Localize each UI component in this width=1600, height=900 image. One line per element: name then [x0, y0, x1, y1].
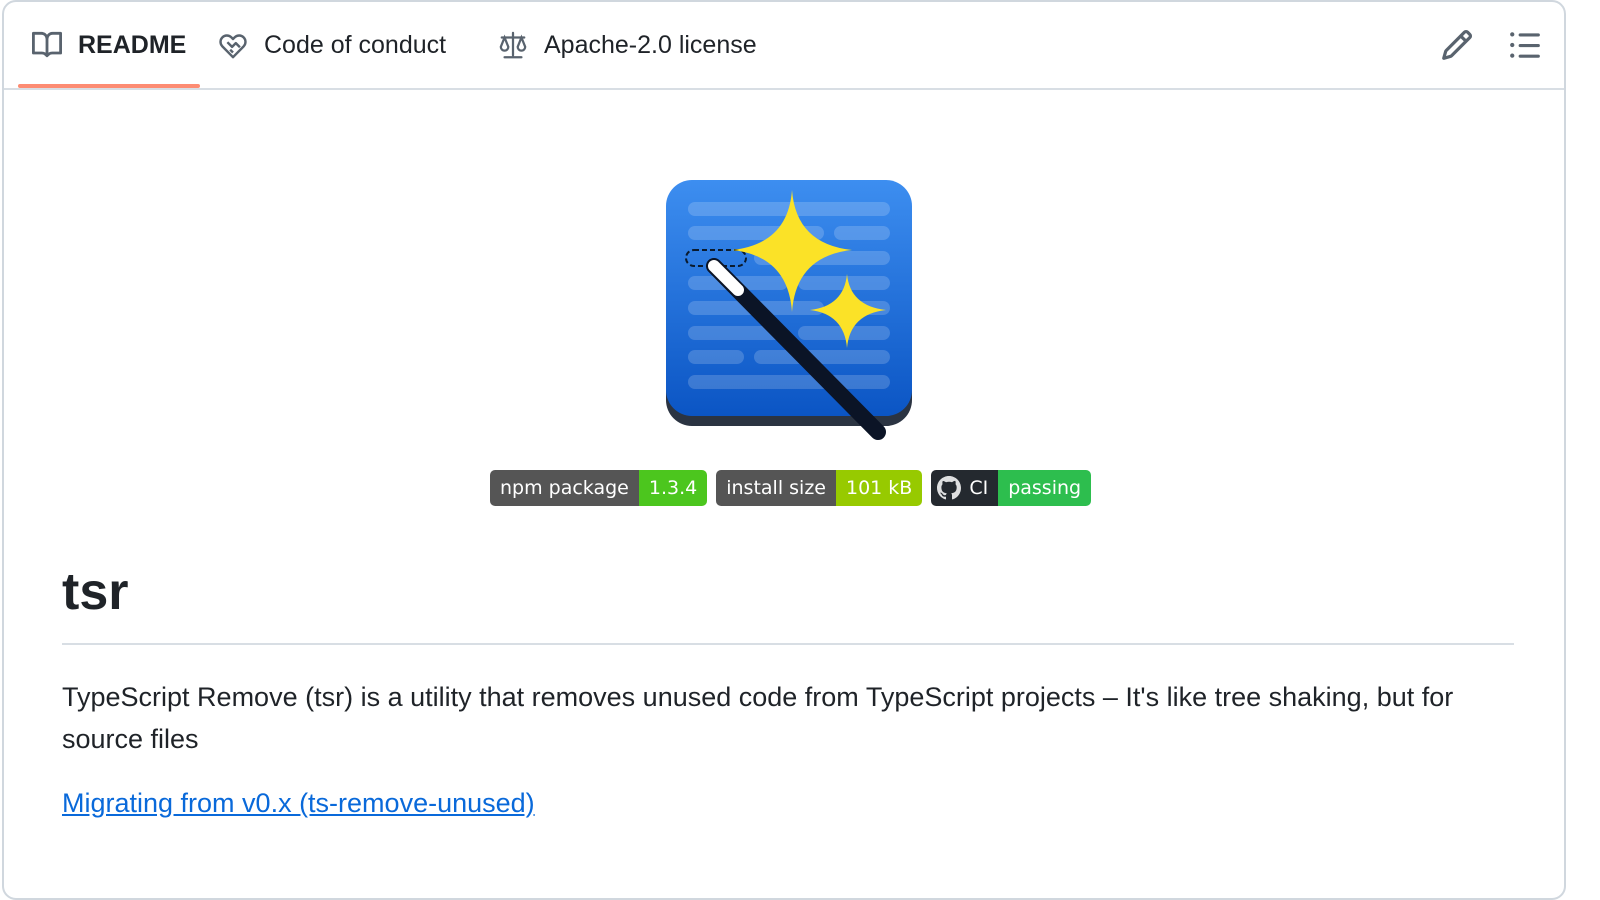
heart-handshake-icon: [219, 34, 247, 59]
readme-title: tsr: [62, 563, 129, 621]
book-icon: [32, 31, 62, 58]
readme-description: TypeScript Remove (tsr) is a utility tha…: [62, 682, 1454, 754]
github-icon: [937, 476, 962, 500]
tab-license[interactable]: Apache-2.0 license: [498, 2, 757, 88]
badge-value: passing: [998, 470, 1092, 506]
tsr-logo: [666, 180, 912, 440]
tab-label: Apache-2.0 license: [544, 30, 757, 59]
pencil-icon[interactable]: [1440, 28, 1474, 62]
tab-label: Code of conduct: [264, 30, 447, 59]
title-divider: [62, 643, 1514, 645]
tab-code-of-conduct[interactable]: Code of conduct: [218, 2, 446, 88]
npm-package-badge[interactable]: npm package 1.3.4: [490, 470, 708, 506]
badge-value: 101 kB: [835, 470, 923, 506]
install-size-badge[interactable]: install size 101 kB: [716, 470, 923, 506]
badge-row: npm package 1.3.4 install size 101 kB CI…: [490, 470, 1092, 506]
badge-label: CI: [969, 477, 989, 499]
readme-tabs: README Code of conduct Apache-2.0 licens…: [4, 2, 1564, 90]
ci-badge[interactable]: CI passing: [931, 470, 1092, 506]
migration-guide-link[interactable]: Migrating from v0.x (ts-remove-unused): [62, 788, 535, 819]
badge-label: npm package: [490, 470, 639, 506]
scale-icon: [499, 31, 527, 59]
list-unordered-icon[interactable]: [1508, 28, 1542, 62]
badge-label: install size: [716, 470, 836, 506]
tab-label: README: [78, 30, 187, 59]
badge-label-wrap: CI: [931, 470, 999, 506]
readme-panel: README Code of conduct Apache-2.0 licens…: [2, 0, 1566, 900]
tab-readme[interactable]: README: [17, 2, 201, 88]
badge-value: 1.3.4: [638, 470, 708, 506]
